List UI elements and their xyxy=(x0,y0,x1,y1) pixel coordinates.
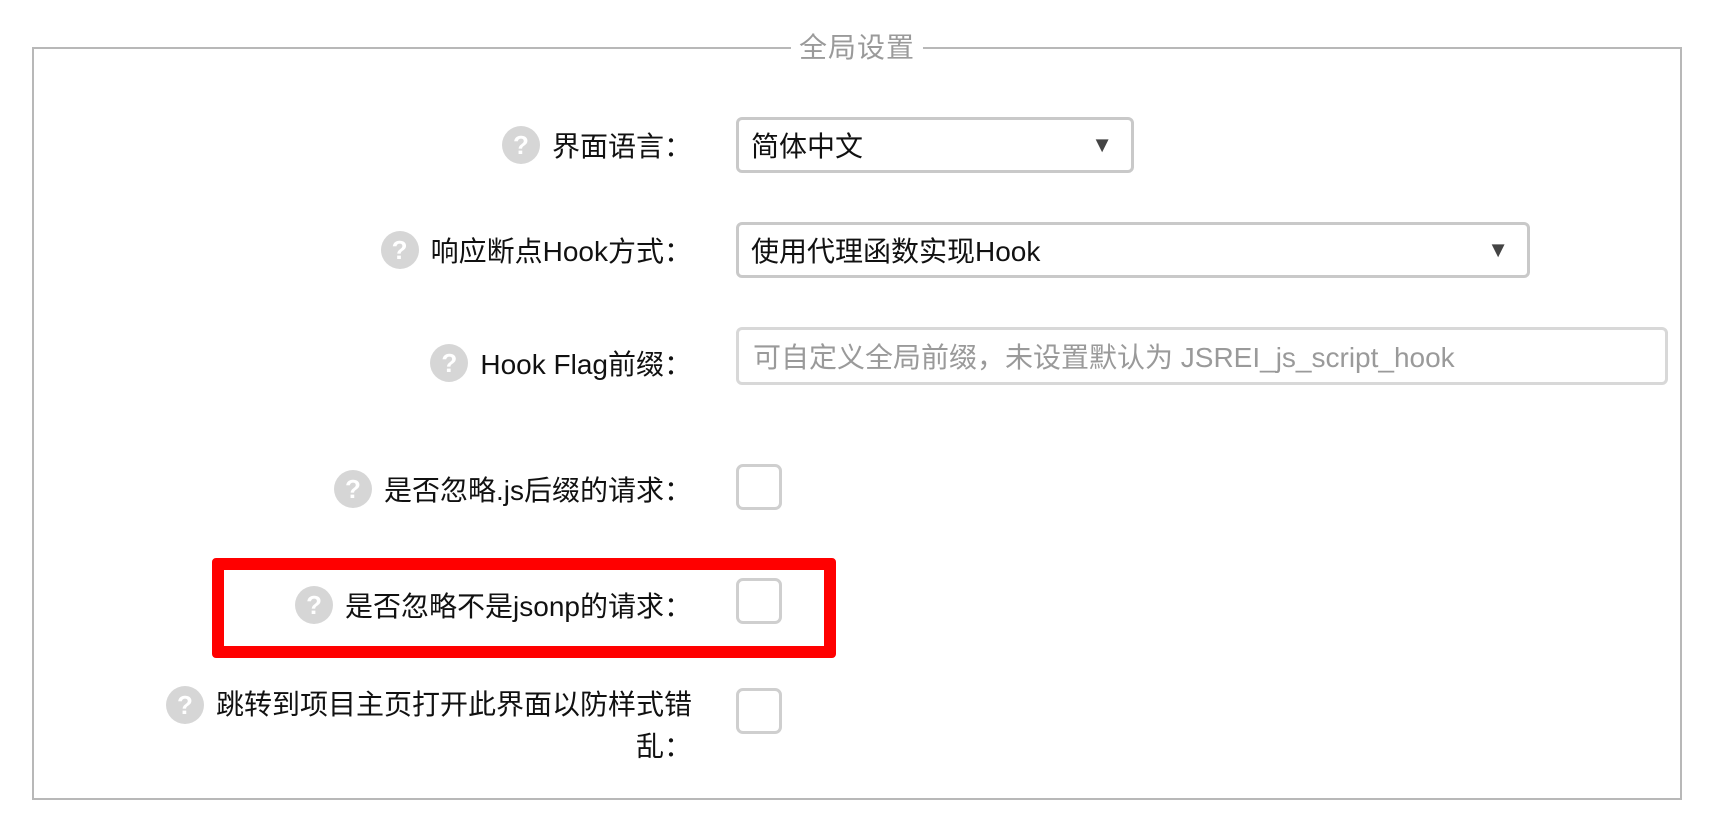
open-home-label-line2: 乱： xyxy=(635,731,692,762)
question-circle-icon[interactable]: ? xyxy=(165,686,204,724)
language-select-value: 简体中文 xyxy=(751,131,864,162)
ignore-js-label: ? 是否忽略.js后缀的请求： xyxy=(333,464,692,514)
language-label: ? 界面语言： xyxy=(501,117,692,173)
open-home-label-line1: 跳转到项目主页打开此界面以防样式错 xyxy=(215,689,692,720)
hook-prefix-input[interactable]: 可自定义全局前缀，未设置默认为 JSREI_js_script_hook xyxy=(736,327,1668,385)
question-circle-icon[interactable]: ? xyxy=(295,586,334,624)
language-label-text: 界面语言： xyxy=(551,131,692,162)
ignore-non-jsonp-checkbox[interactable] xyxy=(736,578,782,624)
open-home-row: ? 跳转到项目主页打开此界面以防样式错 乱： xyxy=(0,684,1714,780)
hook-method-label-text: 响应断点Hook方式： xyxy=(430,236,692,267)
language-row: ? 界面语言： 简体中文 ▼ xyxy=(0,117,1714,173)
hook-method-select-value: 使用代理函数实现Hook xyxy=(751,236,1041,267)
ignore-js-row: ? 是否忽略.js后缀的请求： xyxy=(0,464,1714,514)
hook-method-label: ? 响应断点Hook方式： xyxy=(380,222,692,278)
triangle-down-icon: ▼ xyxy=(1487,237,1509,262)
hook-method-select[interactable]: 使用代理函数实现Hook ▼ xyxy=(736,222,1530,278)
question-circle-icon[interactable]: ? xyxy=(430,344,469,382)
hook-prefix-placeholder: 可自定义全局前缀，未设置默认为 JSREI_js_script_hook xyxy=(753,342,1455,373)
hook-prefix-row: ? Hook Flag前缀： 可自定义全局前缀，未设置默认为 JSREI_js_… xyxy=(0,327,1714,387)
question-circle-icon[interactable]: ? xyxy=(501,126,540,164)
open-home-checkbox[interactable] xyxy=(736,688,782,734)
language-select[interactable]: 简体中文 ▼ xyxy=(736,117,1134,173)
question-circle-icon[interactable]: ? xyxy=(333,470,372,508)
fieldset-legend: 全局设置 xyxy=(790,26,924,66)
triangle-down-icon: ▼ xyxy=(1091,132,1113,157)
ignore-non-jsonp-label: ? 是否忽略不是jsonp的请求： xyxy=(295,580,692,630)
ignore-non-jsonp-row: ? 是否忽略不是jsonp的请求： xyxy=(0,578,1714,628)
ignore-js-label-text: 是否忽略.js后缀的请求： xyxy=(383,475,692,506)
question-circle-icon[interactable]: ? xyxy=(380,231,419,269)
hook-method-row: ? 响应断点Hook方式： 使用代理函数实现Hook ▼ xyxy=(0,222,1714,278)
ignore-non-jsonp-label-text: 是否忽略不是jsonp的请求： xyxy=(345,591,692,622)
open-home-label: ? 跳转到项目主页打开此界面以防样式错 乱： xyxy=(165,684,692,768)
open-home-label-text: 跳转到项目主页打开此界面以防样式错 乱： xyxy=(216,684,692,768)
hook-prefix-label-text: Hook Flag前缀： xyxy=(480,349,692,380)
hook-prefix-label: ? Hook Flag前缀： xyxy=(430,335,692,391)
ignore-js-checkbox[interactable] xyxy=(736,464,782,510)
